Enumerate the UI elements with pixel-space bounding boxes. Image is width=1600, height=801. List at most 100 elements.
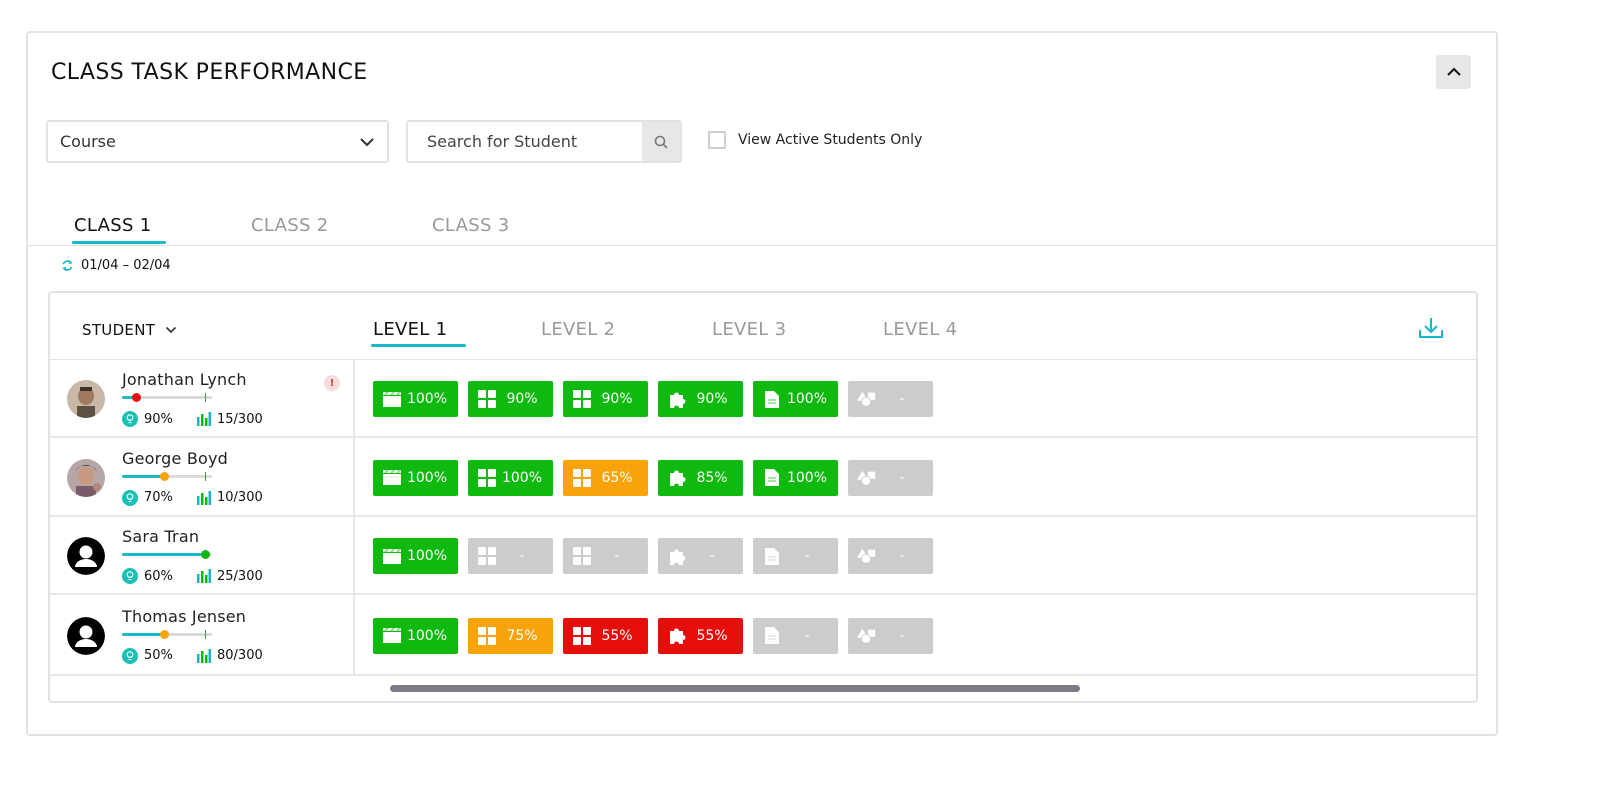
student-avatar-photo[interactable]	[67, 380, 105, 418]
student-stats: 90% 15/300	[122, 411, 263, 427]
task-chip[interactable]: 75%	[468, 617, 553, 654]
student-name[interactable]: George Boyd	[122, 449, 228, 468]
shapes-icon	[857, 389, 877, 409]
score-value: 60%	[144, 568, 173, 584]
task-chip[interactable]: -	[468, 538, 553, 574]
student-avatar-photo[interactable]	[67, 458, 105, 497]
active-tab-indicator	[72, 241, 166, 244]
tab-class-2[interactable]: CLASS 2	[251, 215, 328, 236]
performance-table: STUDENT LEVEL 1 LEVEL 2 LEVEL 3 LEVEL 4 …	[48, 291, 1478, 703]
date-range: 01/04 – 02/04	[61, 258, 171, 273]
student-search	[406, 120, 682, 163]
points-value: 15/300	[217, 411, 263, 427]
task-chip[interactable]: -	[848, 617, 933, 654]
task-chip[interactable]: 90%	[563, 381, 648, 417]
student-progress-bar	[122, 550, 212, 559]
tab-class-3[interactable]: CLASS 3	[432, 215, 509, 236]
task-chip[interactable]: 100%	[373, 381, 458, 417]
lightbulb-icon	[122, 411, 138, 427]
task-value: -	[804, 627, 810, 644]
task-chip[interactable]: 100%	[373, 459, 458, 496]
search-button[interactable]	[642, 122, 680, 161]
task-value: 90%	[696, 391, 728, 407]
grid-icon	[477, 626, 497, 646]
grid-icon	[572, 468, 592, 488]
task-chip[interactable]: 100%	[468, 459, 553, 496]
tab-level-2[interactable]: LEVEL 2	[541, 319, 615, 340]
default-avatar-icon[interactable]	[67, 537, 105, 575]
task-chip[interactable]: -	[848, 381, 933, 417]
task-value: 100%	[406, 469, 448, 486]
bar-chart-icon	[197, 412, 211, 426]
refresh-icon[interactable]	[61, 259, 74, 272]
lightbulb-icon	[122, 647, 138, 664]
progress-marker	[131, 393, 141, 402]
shapes-icon	[857, 468, 877, 488]
task-chip[interactable]: -	[753, 538, 838, 574]
student-name[interactable]: Sara Tran	[122, 527, 199, 546]
task-value: 100%	[786, 391, 828, 407]
puzzle-icon	[667, 389, 687, 409]
task-value: 75%	[506, 627, 538, 644]
tab-level-1[interactable]: LEVEL 1	[373, 319, 447, 340]
search-icon	[654, 135, 668, 149]
points-stat: 10/300	[197, 490, 263, 505]
task-value: -	[899, 391, 905, 407]
horizontal-scrollbar[interactable]	[390, 685, 1080, 692]
alert-icon[interactable]: !	[324, 375, 340, 391]
task-chip[interactable]: -	[848, 459, 933, 496]
task-chip[interactable]: 100%	[373, 538, 458, 574]
task-chip[interactable]: -	[563, 538, 648, 574]
student-column-label: STUDENT	[82, 321, 156, 339]
task-chip[interactable]: 65%	[563, 459, 648, 496]
student-progress-bar	[122, 393, 212, 402]
score-stat: 50%	[122, 647, 197, 664]
task-value: 90%	[506, 391, 538, 407]
student-stats: 60% 25/300	[122, 568, 263, 584]
task-chip[interactable]: -	[848, 538, 933, 574]
task-chip[interactable]: 85%	[658, 459, 743, 496]
document-icon	[762, 626, 782, 646]
active-students-checkbox[interactable]	[708, 131, 726, 149]
student-sort[interactable]: STUDENT	[82, 321, 177, 339]
task-chip[interactable]: 100%	[753, 459, 838, 496]
search-input[interactable]	[408, 122, 642, 161]
clapperboard-icon	[382, 546, 402, 566]
puzzle-icon	[667, 468, 687, 488]
student-name[interactable]: Jonathan Lynch	[122, 370, 247, 389]
task-chip[interactable]: 100%	[373, 617, 458, 654]
task-chip[interactable]: 90%	[468, 381, 553, 417]
course-select[interactable]: Course	[46, 120, 389, 163]
student-progress-bar	[122, 629, 212, 639]
task-chip[interactable]: 55%	[658, 617, 743, 654]
lightbulb-icon	[122, 489, 138, 506]
task-chip[interactable]: 100%	[753, 381, 838, 417]
student-name[interactable]: Thomas Jensen	[122, 607, 246, 626]
score-value: 70%	[144, 490, 173, 505]
chevron-up-icon	[1446, 67, 1461, 76]
tab-level-4[interactable]: LEVEL 4	[883, 319, 957, 340]
task-value: -	[899, 548, 905, 564]
default-avatar-icon[interactable]	[67, 616, 105, 655]
active-students-label: View Active Students Only	[738, 132, 923, 148]
task-value: 100%	[786, 469, 828, 486]
student-stats: 70% 10/300	[122, 489, 263, 506]
collapse-button[interactable]	[1436, 55, 1471, 89]
task-chip[interactable]: -	[658, 538, 743, 574]
download-button[interactable]	[1416, 313, 1446, 343]
progress-target-mark	[204, 393, 206, 402]
task-chip[interactable]: 90%	[658, 381, 743, 417]
points-value: 80/300	[217, 648, 263, 663]
student-row: Thomas Jensen 50% 80/300 100% 75% 55% 55% - -	[50, 595, 1476, 676]
tab-class-1[interactable]: CLASS 1	[74, 215, 151, 236]
progress-fill	[122, 553, 205, 556]
score-stat: 70%	[122, 489, 197, 506]
task-chip[interactable]: 55%	[563, 617, 648, 654]
grid-icon	[572, 626, 592, 646]
task-chip[interactable]: -	[753, 617, 838, 654]
active-level-indicator	[371, 344, 466, 347]
tab-level-3[interactable]: LEVEL 3	[712, 319, 786, 340]
course-select-label: Course	[60, 132, 116, 151]
progress-marker	[160, 471, 170, 481]
task-value: 100%	[406, 548, 448, 564]
